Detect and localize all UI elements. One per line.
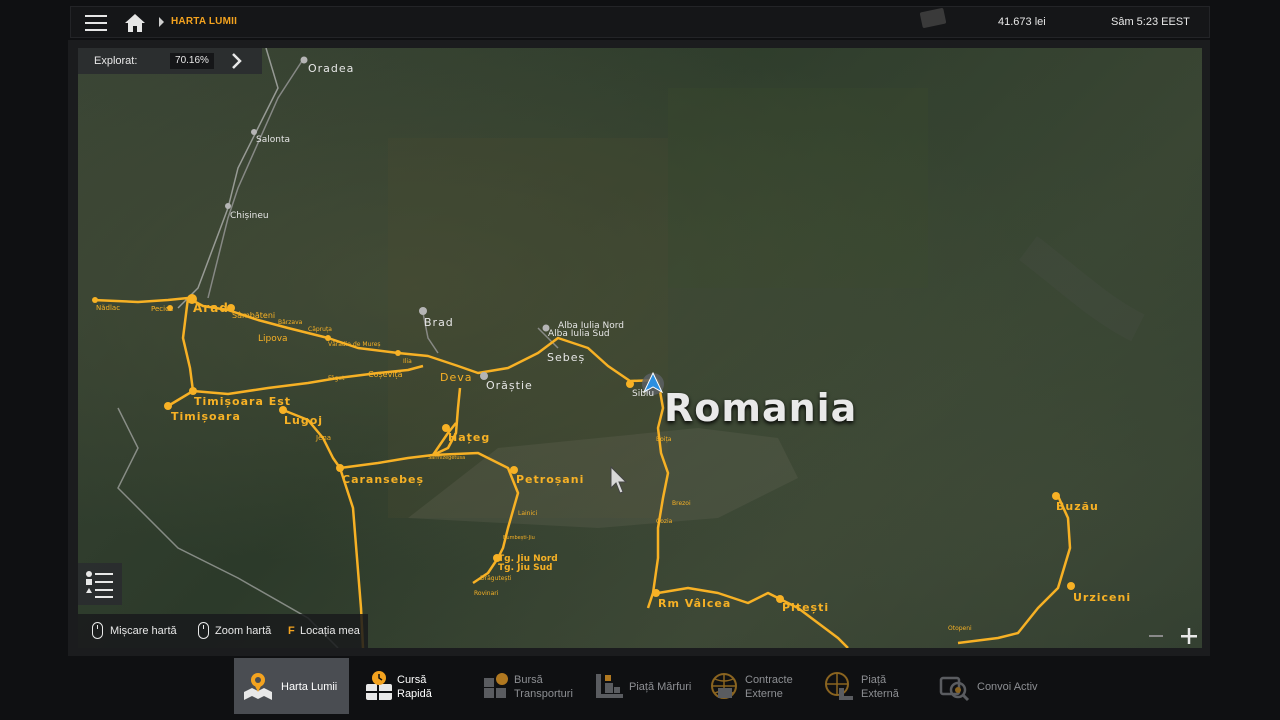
town-label[interactable]: Făget: [328, 375, 344, 382]
tab-external-market[interactable]: Piață Externă: [815, 658, 930, 714]
breadcrumb-chevron-icon: [159, 17, 164, 27]
tab-convoy[interactable]: Convoi Activ: [930, 658, 1055, 714]
tab-freight-market[interactable]: Bursă Transporturi: [470, 658, 585, 714]
hint-location[interactable]: Locația mea: [300, 625, 360, 637]
explored-panel: Explorat: 70.16%: [78, 48, 262, 74]
town-label[interactable]: Ilia: [403, 358, 412, 365]
city-label[interactable]: Oradea: [308, 62, 354, 75]
city-label[interactable]: Urziceni: [1073, 591, 1131, 604]
town-label[interactable]: Nădlac: [96, 304, 120, 312]
tab-label: Convoi Activ: [977, 681, 1038, 693]
external-market-icon: [825, 672, 853, 700]
city-label[interactable]: Sibiu: [632, 389, 654, 399]
money-balance: 41.673 lei: [998, 16, 1046, 28]
town-label[interactable]: Căpruța: [308, 326, 332, 333]
city-label[interactable]: Rm Vâlcea: [658, 597, 731, 610]
town-label[interactable]: Bârzava: [278, 319, 302, 326]
city-label[interactable]: Hațeg: [448, 431, 490, 444]
town-label[interactable]: Vărădia de Mureș: [328, 341, 381, 348]
city-label[interactable]: Alba Iulia Sud: [548, 329, 610, 339]
tab-label: Bursă: [514, 674, 543, 686]
key-f-icon: F: [288, 625, 295, 637]
town-label[interactable]: Lainici: [518, 510, 537, 517]
city-label[interactable]: Lugoj: [284, 414, 323, 427]
truck-silhouette-icon: [919, 7, 947, 29]
hint-zoom: Zoom hartă: [215, 625, 272, 637]
town-label[interactable]: Brezoi: [672, 500, 691, 507]
town-label[interactable]: Pecica: [151, 305, 173, 313]
city-label[interactable]: Pitești: [782, 601, 829, 614]
chevron-right-icon[interactable]: [230, 52, 244, 70]
town-label[interactable]: Sâmbăteni: [232, 311, 275, 320]
town-label[interactable]: Otopeni: [948, 625, 972, 632]
tab-label: Piață Mărfuri: [629, 681, 692, 693]
tab-quick-job[interactable]: Cursă Rapidă: [355, 658, 470, 714]
cargo-market-icon: [596, 674, 623, 698]
home-icon[interactable]: [124, 13, 146, 33]
tab-label: Contracte: [745, 674, 793, 686]
zoom-out-button[interactable]: [1146, 626, 1166, 646]
city-label[interactable]: Brad: [424, 316, 454, 329]
city-label[interactable]: Buzău: [1056, 500, 1099, 513]
mouse-drag-icon: [92, 622, 103, 639]
tab-label: Externe: [745, 688, 783, 700]
hint-move: Mișcare hartă: [110, 625, 177, 637]
city-label[interactable]: Caransebeș: [342, 473, 424, 486]
menu-icon[interactable]: [85, 13, 109, 33]
tab-world-map[interactable]: Harta Lumii: [234, 658, 349, 714]
town-label[interactable]: Sarmizegetusa: [428, 455, 465, 461]
convoy-icon: [939, 676, 970, 702]
city-label[interactable]: Tg. Jiu Sud: [498, 563, 552, 573]
tab-label: Cursă: [397, 674, 427, 686]
mouse-cursor-icon: [610, 465, 630, 496]
mouse-scroll-icon: [198, 622, 209, 639]
city-label[interactable]: Chișineu: [230, 211, 269, 221]
zoom-in-button[interactable]: [1178, 625, 1200, 647]
breadcrumb[interactable]: HARTA LUMII: [171, 16, 237, 27]
city-label[interactable]: Sebeș: [547, 351, 585, 364]
town-label[interactable]: Boița: [656, 436, 671, 443]
town-label[interactable]: Drăgutești: [480, 575, 512, 582]
town-label[interactable]: Bumbești-Jiu: [503, 535, 535, 541]
tab-label: Harta Lumii: [281, 681, 338, 693]
city-label[interactable]: Deva: [440, 371, 473, 384]
world-map[interactable]: Romania Oradea Salonta Chișineu Arad Bra…: [78, 48, 1202, 648]
external-contracts-icon: [711, 673, 737, 699]
town-label[interactable]: Lipova: [258, 334, 288, 344]
town-label[interactable]: Rovinari: [474, 590, 498, 597]
city-label[interactable]: Orăștie: [486, 379, 533, 392]
country-label: Romania: [664, 386, 858, 430]
tab-label: Transporturi: [514, 688, 573, 700]
map-controls-hints: Mișcare hartă Zoom hartă F Locația mea: [78, 614, 368, 648]
world-map-icon: [244, 673, 272, 700]
tab-label: Externă: [861, 688, 899, 700]
city-label[interactable]: Petroșani: [516, 473, 584, 486]
freight-market-icon: [484, 673, 508, 698]
map-legend-button[interactable]: [78, 563, 122, 605]
city-label[interactable]: Arad: [193, 301, 229, 315]
town-label[interactable]: Jena: [316, 434, 331, 442]
tab-external-contracts[interactable]: Contracte Externe: [700, 658, 815, 714]
tab-label: Piață: [861, 674, 887, 686]
tab-cargo-market[interactable]: Piață Mărfuri: [585, 658, 700, 714]
explored-value: 70.16%: [170, 53, 214, 69]
town-label[interactable]: Coșevița: [368, 370, 403, 379]
legend-list-icon: [86, 571, 113, 598]
town-label[interactable]: Cozia: [656, 518, 672, 525]
explored-label: Explorat:: [94, 55, 138, 67]
top-bar: HARTA LUMII 41.673 lei Sâm 5:23 EEST: [70, 6, 1210, 38]
quick-job-icon: [366, 671, 392, 700]
game-clock: Sâm 5:23 EEST: [1111, 16, 1190, 28]
city-label[interactable]: Timișoara: [171, 410, 241, 423]
city-label[interactable]: Timișoara Est: [194, 395, 291, 408]
tab-label: Rapidă: [397, 688, 432, 700]
city-label[interactable]: Salonta: [256, 135, 290, 145]
